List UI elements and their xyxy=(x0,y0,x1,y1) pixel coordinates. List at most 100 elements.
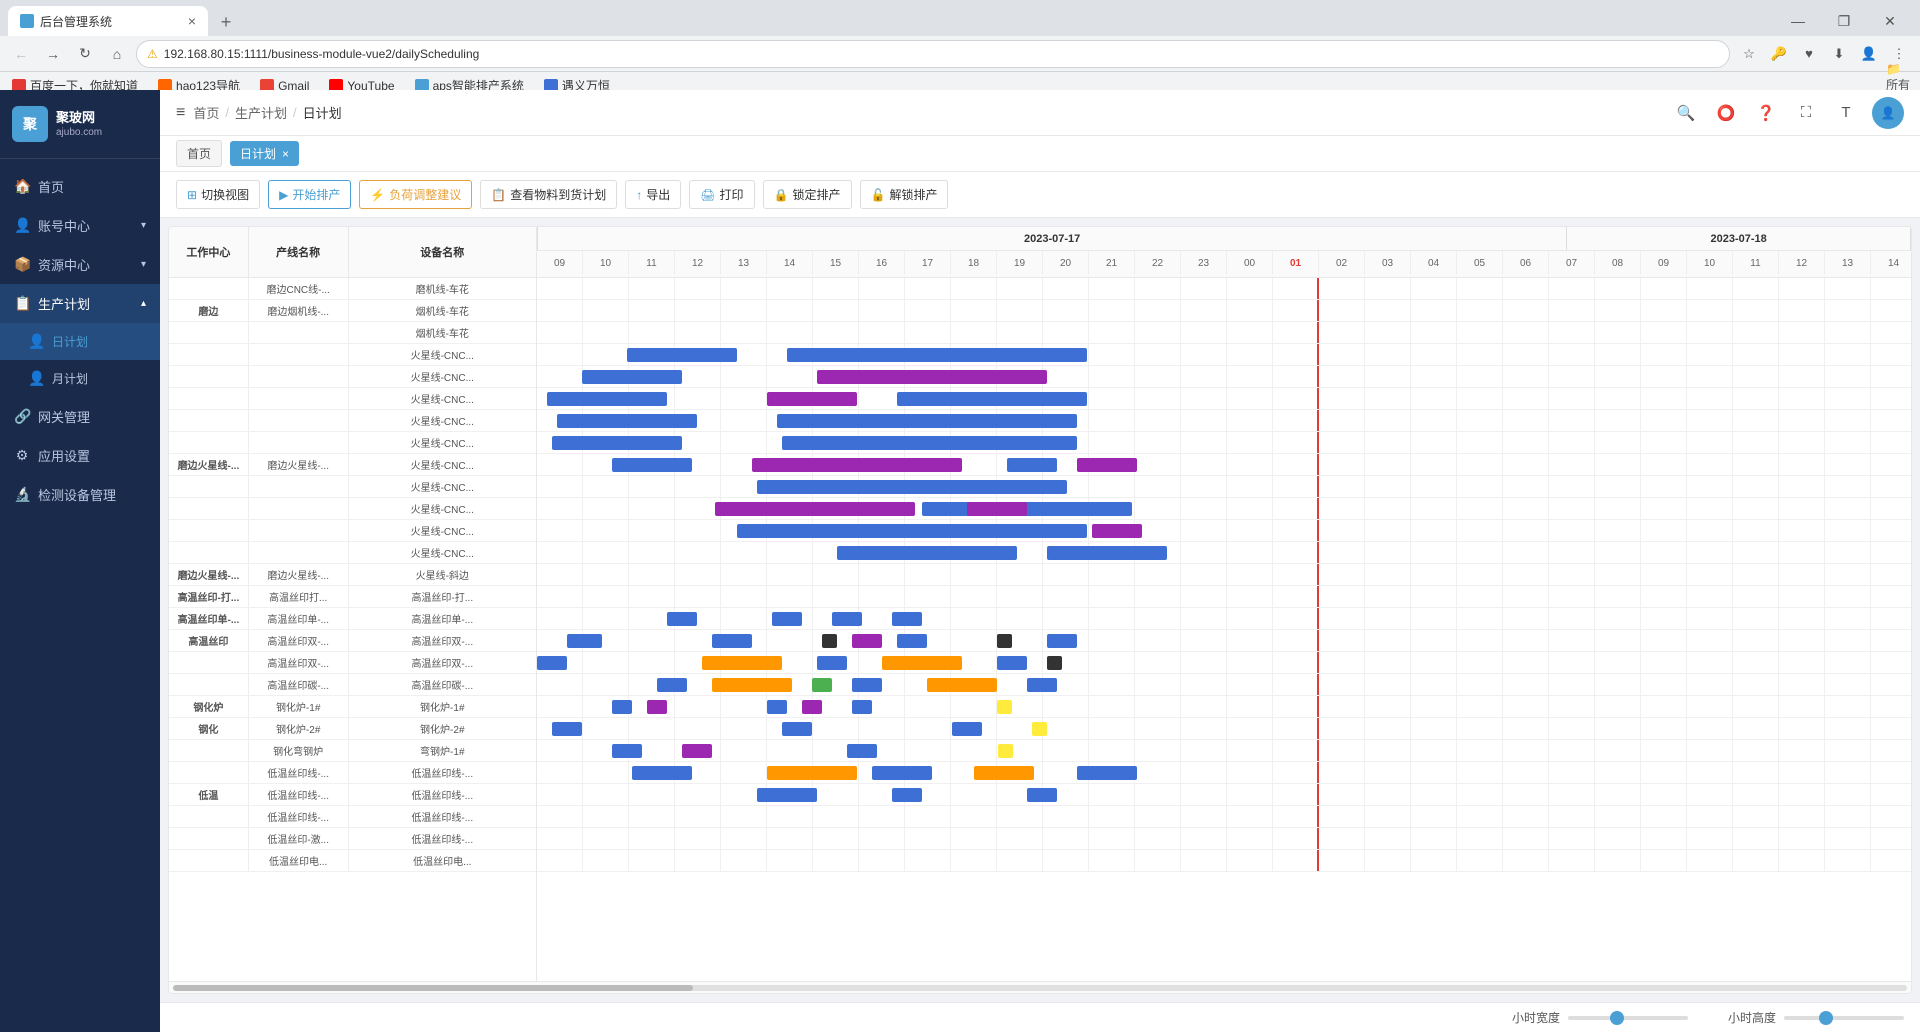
reload-button[interactable]: ↻ xyxy=(72,41,98,67)
gantt-bar xyxy=(997,656,1027,670)
lock-schedule-button[interactable]: 🔒 锁定排产 xyxy=(763,180,852,209)
gantt-bar xyxy=(787,348,1087,362)
sidebar-item-home[interactable]: 🏠 首页 xyxy=(0,167,160,206)
minimize-button[interactable]: — xyxy=(1776,6,1820,36)
chart-row xyxy=(537,828,1911,850)
new-tab-button[interactable]: + xyxy=(212,8,240,36)
user-avatar[interactable]: 👤 xyxy=(1872,97,1904,129)
extension-icon-3[interactable]: ⬇ xyxy=(1826,41,1852,67)
table-row: 磨边磨边烟机线-...烟机线-车花 xyxy=(169,300,536,322)
cell-workcenter: 钢化炉 xyxy=(169,696,249,717)
gantt-hscroll[interactable] xyxy=(169,981,1911,993)
cell-workcenter: 磨边火星线-... xyxy=(169,454,249,475)
tab-daily-plan[interactable]: 日计划 × xyxy=(230,141,299,166)
gantt-body[interactable]: 磨边CNC线-...磨机线-车花磨边磨边烟机线-...烟机线-车花烟机线-车花火… xyxy=(169,278,1911,981)
sidebar-item-gateway[interactable]: 🔗 网关管理 xyxy=(0,397,160,436)
table-row: 火星线-CNC... xyxy=(169,388,536,410)
date-label-left: 2023-07-17 xyxy=(537,227,1567,250)
chart-row xyxy=(537,630,1911,652)
table-row: 低温丝印电...低温丝印电... xyxy=(169,850,536,872)
chart-row xyxy=(537,674,1911,696)
sidebar-item-account[interactable]: 👤 账号中心 ▾ xyxy=(0,206,160,245)
table-row: 磨边CNC线-...磨机线-车花 xyxy=(169,278,536,300)
home-button[interactable]: ⌂ xyxy=(104,41,130,67)
menu-toggle-button[interactable]: ≡ xyxy=(176,104,185,122)
gantt-bar xyxy=(997,700,1012,714)
cell-devname: 火星线-CNC... xyxy=(349,344,536,365)
hour-cell-06: 06 xyxy=(1503,251,1549,275)
gantt-bar xyxy=(927,678,997,692)
sidebar-item-daily-label: 日计划 xyxy=(52,333,88,350)
cell-workcenter xyxy=(169,850,249,871)
github-icon[interactable]: ⭕ xyxy=(1712,99,1740,127)
chart-row xyxy=(537,520,1911,542)
logo-icon: 聚 xyxy=(12,106,48,142)
hour-width-slider[interactable] xyxy=(1568,1016,1688,1020)
cell-devname: 烟机线-车花 xyxy=(349,322,536,343)
cell-linename xyxy=(249,388,349,409)
fullscreen-icon[interactable]: ⛶ xyxy=(1792,99,1820,127)
print-button[interactable]: 🖨 打印 xyxy=(689,180,754,209)
tab-home[interactable]: 首页 xyxy=(176,140,222,167)
sidebar-item-settings[interactable]: ⚙ 应用设置 xyxy=(0,436,160,475)
restore-button[interactable]: ❐ xyxy=(1822,6,1866,36)
tab-close-button[interactable]: × xyxy=(188,13,196,29)
close-button[interactable]: ✕ xyxy=(1868,6,1912,36)
breadcrumb-production[interactable]: 生产计划 xyxy=(235,103,287,122)
gantt-bar xyxy=(777,414,1077,428)
breadcrumb-current: 日计划 xyxy=(303,103,342,122)
toolbar: ⊞ 切换视图 ▶ 开始排产 ⚡ 负荷调整建议 📋 查看物料到货计划 ↑ 导出 🖨 xyxy=(160,172,1920,218)
sidebar-item-resource[interactable]: 📦 资源中心 ▾ xyxy=(0,245,160,284)
account-icon: 👤 xyxy=(14,217,30,234)
help-icon[interactable]: ❓ xyxy=(1752,99,1780,127)
hour-cell-23: 23 xyxy=(1181,251,1227,275)
gantt-bar xyxy=(897,634,927,648)
extension-icon-4[interactable]: 👤 xyxy=(1856,41,1882,67)
chart-row xyxy=(537,476,1911,498)
switch-view-button[interactable]: ⊞ 切换视图 xyxy=(176,180,260,209)
unlock-schedule-button[interactable]: 🔓 解锁排产 xyxy=(860,180,949,209)
hour-cell-19: 19 xyxy=(997,251,1043,275)
export-button[interactable]: ↑ 导出 xyxy=(625,180,681,209)
search-header-icon[interactable]: 🔍 xyxy=(1672,99,1700,127)
sidebar-item-settings-label: 应用设置 xyxy=(38,446,90,465)
hscroll-thumb[interactable] xyxy=(173,985,693,991)
address-bar[interactable]: ⚠ 192.168.80.15:1111/business-module-vue… xyxy=(136,40,1730,68)
chart-row xyxy=(537,784,1911,806)
cell-devname: 火星线-CNC... xyxy=(349,542,536,563)
gantt-left-body: 磨边CNC线-...磨机线-车花磨边磨边烟机线-...烟机线-车花烟机线-车花火… xyxy=(169,278,537,981)
sidebar-item-devices[interactable]: 🔬 检测设备管理 xyxy=(0,475,160,514)
start-schedule-button[interactable]: ▶ 开始排产 xyxy=(268,180,351,209)
chart-row xyxy=(537,344,1911,366)
gantt-bar xyxy=(997,634,1012,648)
extension-icon-1[interactable]: 🔑 xyxy=(1766,41,1792,67)
material-plan-button[interactable]: 📋 查看物料到货计划 xyxy=(480,180,617,209)
load-adjust-button[interactable]: ⚡ 负荷调整建议 xyxy=(359,180,472,209)
bookmark-star-icon[interactable]: ☆ xyxy=(1736,41,1762,67)
forward-button[interactable]: → xyxy=(40,41,66,67)
tab-close-icon[interactable]: × xyxy=(282,147,289,161)
sidebar: 聚 聚玻网 ajubo.com 🏠 首页 👤 账号中心 ▾ 📦 资源中心 ▾ xyxy=(0,90,160,1032)
font-icon[interactable]: T xyxy=(1832,99,1860,127)
breadcrumb-home[interactable]: 首页 xyxy=(193,103,219,122)
cell-workcenter xyxy=(169,828,249,849)
sidebar-item-production[interactable]: 📋 生产计划 ▴ xyxy=(0,284,160,323)
hour-height-slider[interactable] xyxy=(1784,1016,1904,1020)
table-row: 低温丝印线-...低温丝印线-... xyxy=(169,762,536,784)
hour-cell-03: 03 xyxy=(1365,251,1411,275)
sidebar-item-monthly-plan[interactable]: 👤 月计划 xyxy=(0,360,160,397)
col-header-devname: 设备名称 xyxy=(349,227,537,277)
sidebar-item-daily-plan[interactable]: 👤 日计划 xyxy=(0,323,160,360)
browser-tab-active[interactable]: 后台管理系统 × xyxy=(8,6,208,36)
gantt-bar xyxy=(998,744,1013,758)
extension-icon-2[interactable]: ♥ xyxy=(1796,41,1822,67)
security-icon: ⚠ xyxy=(147,47,158,61)
cell-devname: 高温丝印双-... xyxy=(349,630,536,651)
cell-linename: 高温丝印碳-... xyxy=(249,674,349,695)
back-button[interactable]: ← xyxy=(8,41,34,67)
gantt-bar xyxy=(782,722,812,736)
gantt-right-body xyxy=(537,278,1911,981)
tab-favicon xyxy=(20,14,34,28)
cell-workcenter: 高温丝印-打... xyxy=(169,586,249,607)
hour-cell-00: 00 xyxy=(1227,251,1273,275)
